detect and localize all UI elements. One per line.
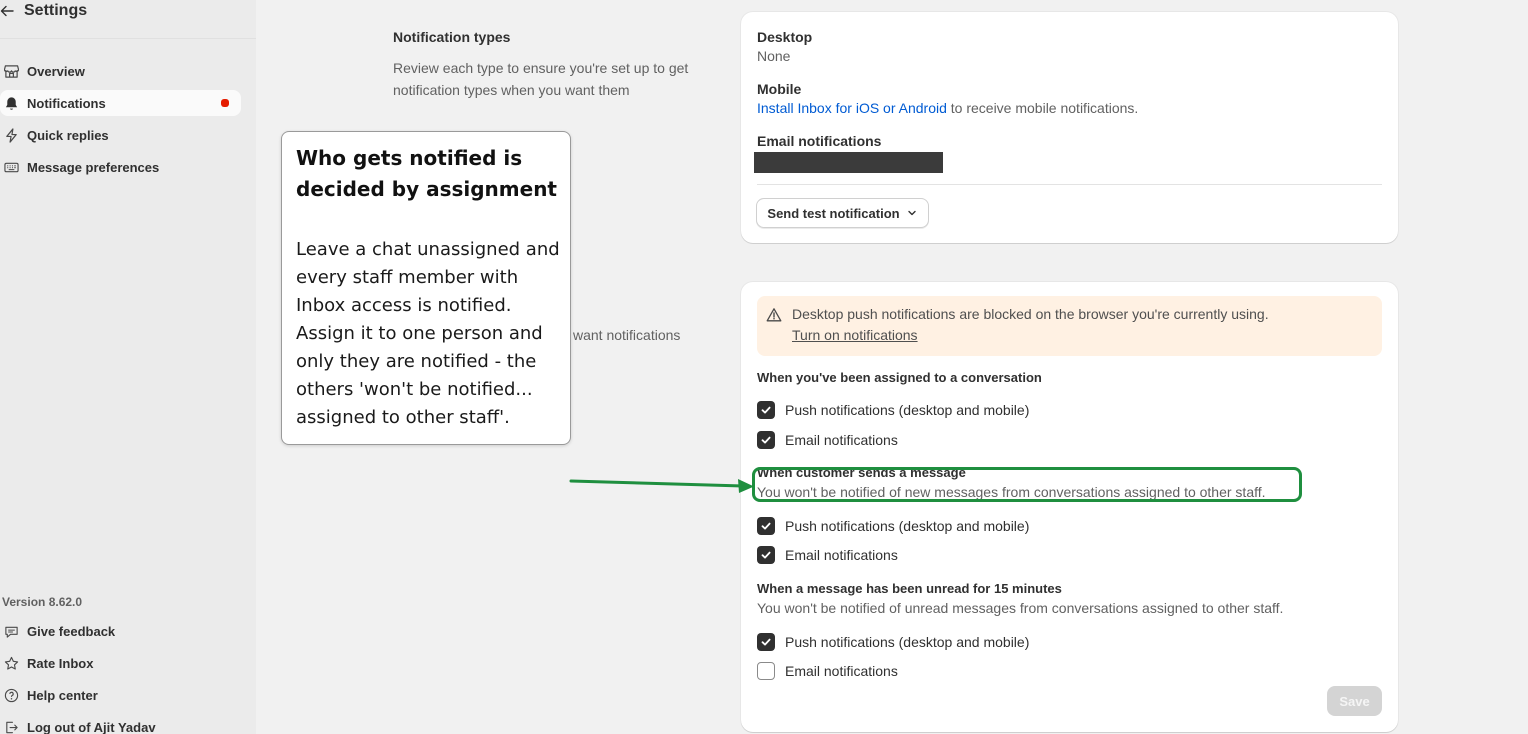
push-checkbox-assigned[interactable] [757,401,775,419]
mobile-label: Mobile [757,81,802,97]
email-checkbox-unread[interactable] [757,662,775,680]
send-test-label: Send test notification [767,205,900,221]
notification-dot [221,99,229,107]
annotation-title: Who gets notified is decided by assignme… [296,146,557,201]
annotation-arrow [569,479,754,493]
group-title-assigned: When you've been assigned to a conversat… [757,370,1042,385]
install-inbox-link[interactable]: Install Inbox for iOS or Android [757,100,947,116]
sidebar-item-message-preferences[interactable]: Message preferences [0,154,241,180]
checkbox-label: Push notifications (desktop and mobile) [785,402,1030,418]
rate-inbox-link[interactable]: Rate Inbox [0,650,241,676]
checkbox-row[interactable]: Email notifications [757,430,898,450]
help-circle-icon [3,687,19,703]
sidebar-divider [0,38,256,39]
checkbox-row[interactable]: Email notifications [757,545,898,565]
sidebar-item-label: Rate Inbox [27,655,94,671]
lightning-icon [3,127,19,143]
section-description-partial: want notifications [573,327,681,343]
email-checkbox-assigned[interactable] [757,431,775,449]
notification-types-title: Notification types [393,29,511,45]
version-label: Version 8.62.0 [2,595,83,609]
store-icon [3,63,19,79]
back-arrow-icon[interactable] [0,4,14,18]
logout-icon [3,719,19,734]
highlight-box [752,467,1302,502]
sidebar-item-label: Help center [27,687,98,703]
sidebar-item-label: Notifications [27,95,106,111]
group-subtitle-unread: You won't be notified of unread messages… [757,600,1284,616]
checkbox-label: Push notifications (desktop and mobile) [785,634,1030,650]
notification-types-description: Review each type to ensure you're set up… [393,60,689,98]
banner-message: Desktop push notifications are blocked o… [792,306,1269,322]
help-center-link[interactable]: Help center [0,682,241,708]
chat-bubble-icon [3,623,19,639]
sidebar-item-overview[interactable]: Overview [0,58,241,84]
give-feedback-link[interactable]: Give feedback [0,618,241,644]
push-checkbox-unread[interactable] [757,633,775,651]
save-button[interactable]: Save [1327,686,1382,716]
card-divider [757,184,1382,185]
sidebar-item-label: Message preferences [27,159,160,175]
settings-header[interactable]: Settings [0,0,87,26]
email-notifications-label: Email notifications [757,133,882,149]
sidebar-item-label: Quick replies [27,127,109,143]
warning-icon [766,307,782,323]
star-icon [3,655,19,671]
checkbox-row[interactable]: Email notifications [757,661,898,681]
checkbox-row[interactable]: Push notifications (desktop and mobile) [757,400,1029,420]
keyboard-icon [3,159,19,175]
annotation-body: Leave a chat unassigned and every staff … [296,239,560,428]
checkbox-row[interactable]: Push notifications (desktop and mobile) [757,632,1029,652]
chevron-down-icon [906,207,918,219]
turn-on-notifications-link[interactable]: Turn on notifications [792,327,918,343]
sidebar-item-quick-replies[interactable]: Quick replies [0,122,241,148]
send-test-notification-button[interactable]: Send test notification [756,198,929,228]
redacted-email [754,152,943,173]
mobile-row: Install Inbox for iOS or Android to rece… [757,100,1138,116]
email-checkbox-customer-message[interactable] [757,546,775,564]
sidebar-item-label: Log out of Ajit Yadav [27,719,156,734]
push-checkbox-customer-message[interactable] [757,517,775,535]
settings-title: Settings [24,2,88,19]
sidebar-item-label: Overview [27,63,85,79]
group-title-unread: When a message has been unread for 15 mi… [757,581,1062,596]
checkbox-label: Email notifications [785,547,898,563]
checkbox-label: Push notifications (desktop and mobile) [785,518,1030,534]
sidebar-item-label: Give feedback [27,623,116,639]
desktop-label: Desktop [757,29,813,45]
checkbox-row[interactable]: Push notifications (desktop and mobile) [757,516,1029,536]
desktop-value: None [757,48,791,64]
sidebar-item-notifications[interactable]: Notifications [0,90,241,116]
warning-banner [757,296,1382,356]
checkbox-label: Email notifications [785,432,898,448]
checkbox-label: Email notifications [785,663,898,679]
mobile-suffix: to receive mobile notifications. [950,100,1139,116]
bell-icon [3,95,19,111]
logout-link[interactable]: Log out of Ajit Yadav [0,714,241,734]
